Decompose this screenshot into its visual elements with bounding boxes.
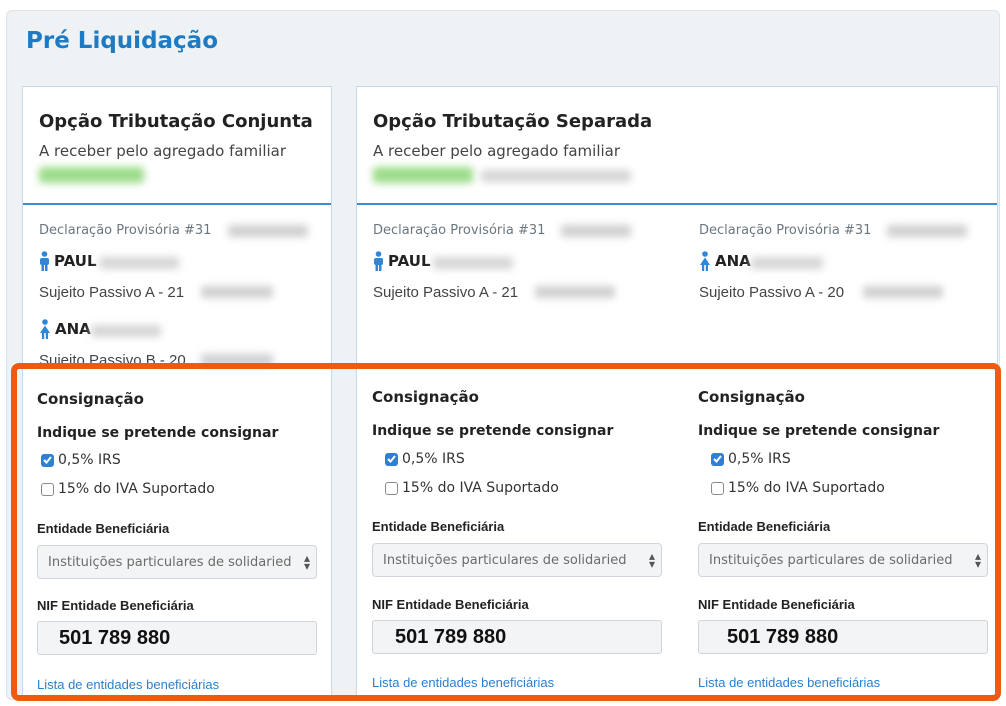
checkbox-label: 0,5% IRS — [58, 452, 121, 468]
redacted-text — [481, 170, 631, 182]
redacted-text — [201, 354, 273, 366]
iva-checkbox[interactable]: 15% do IVA Suportado — [385, 480, 559, 496]
nif-label: NIF Entidade Beneficiária — [698, 597, 855, 612]
separate-person-1: PAUL — [373, 251, 431, 271]
joint-title: Opção Tributação Conjunta — [39, 111, 313, 132]
nif-value: 501 789 880 — [395, 625, 507, 648]
beneficiaries-list-link[interactable]: Lista de entidades beneficiárias — [698, 675, 880, 690]
nif-value: 501 789 880 — [727, 625, 839, 648]
checkbox-empty-icon — [711, 481, 724, 495]
consignacao-title: Consignação — [372, 388, 479, 406]
redacted-text — [228, 225, 308, 237]
redacted-text — [91, 325, 161, 337]
page-title: Pré Liquidação — [26, 28, 219, 54]
irs-checkbox[interactable]: 0,5% IRS — [711, 451, 791, 467]
separate-declaration-1: Declaração Provisória #31 — [373, 223, 546, 238]
separate-subtitle: A receber pelo agregado familiar — [373, 142, 621, 160]
checkbox-label: 15% do IVA Suportado — [402, 480, 559, 496]
joint-declaration: Declaração Provisória #31 — [39, 223, 212, 238]
checkbox-empty-icon — [41, 482, 54, 496]
consignacao-title: Consignação — [37, 390, 144, 408]
joint-subtitle: A receber pelo agregado familiar — [39, 142, 287, 160]
checkbox-label: 0,5% IRS — [402, 451, 465, 467]
redacted-text — [561, 225, 631, 237]
irs-checkbox[interactable]: 0,5% IRS — [385, 451, 465, 467]
consignacao-prompt: Indique se pretende consignar — [37, 425, 279, 441]
consignacao-prompt: Indique se pretende consignar — [372, 423, 614, 439]
entity-select-value: Instituições particulares de solidaried — [48, 554, 292, 570]
iva-checkbox[interactable]: 15% do IVA Suportado — [41, 481, 215, 497]
beneficiaries-list-link[interactable]: Lista de entidades beneficiárias — [372, 675, 554, 690]
separate-declaration-2: Declaração Provisória #31 — [699, 223, 872, 238]
joint-person-1: PAUL — [39, 251, 97, 271]
checkbox-label: 0,5% IRS — [728, 451, 791, 467]
person-name: PAUL — [388, 252, 431, 270]
redacted-text — [863, 286, 943, 298]
redacted-text — [535, 286, 615, 298]
joint-subject-1: Sujeito Passivo A - 21 — [39, 284, 185, 301]
updown-arrows-icon: ▴ ▾ — [303, 551, 310, 573]
updown-arrows-icon: ▴ ▾ — [648, 549, 655, 571]
entity-label: Entidade Beneficiária — [698, 519, 831, 534]
nif-label: NIF Entidade Beneficiária — [37, 598, 194, 613]
separate-header: Opção Tributação Separada A receber pelo… — [357, 87, 997, 205]
checkbox-label: 15% do IVA Suportado — [58, 481, 215, 497]
entity-select[interactable]: Instituições particulares de solidaried … — [37, 545, 317, 579]
checkbox-label: 15% do IVA Suportado — [728, 480, 885, 496]
separate-subject-1: Sujeito Passivo A - 21 — [373, 284, 519, 301]
separate-person-2: ANA — [699, 251, 751, 271]
iva-checkbox[interactable]: 15% do IVA Suportado — [711, 480, 885, 496]
female-person-icon — [40, 319, 50, 339]
entity-select-value: Instituições particulares de solidaried — [383, 552, 627, 568]
checkbox-checked-icon — [385, 452, 398, 466]
joint-subject-2: Sujeito Passivo B - 20 — [39, 352, 186, 369]
separate-subject-2: Sujeito Passivo A - 20 — [699, 284, 845, 301]
redacted-text — [433, 257, 513, 269]
redacted-text — [751, 257, 823, 269]
person-name: ANA — [55, 320, 91, 338]
checkbox-checked-icon — [711, 452, 724, 466]
beneficiaries-list-link[interactable]: Lista de entidades beneficiárias — [37, 677, 219, 692]
nif-input[interactable]: 501 789 880 — [372, 620, 662, 654]
nif-input[interactable]: 501 789 880 — [698, 620, 988, 654]
nif-label: NIF Entidade Beneficiária — [372, 597, 529, 612]
redacted-text — [99, 257, 179, 269]
entity-select[interactable]: Instituições particulares de solidaried … — [372, 543, 662, 577]
consignacao-title: Consignação — [698, 388, 805, 406]
entity-select-value: Instituições particulares de solidaried — [709, 552, 953, 568]
separate-amount-redacted — [373, 167, 473, 183]
updown-arrows-icon: ▴ ▾ — [974, 549, 981, 571]
male-person-icon — [40, 251, 49, 271]
joint-amount-redacted — [39, 167, 144, 183]
redacted-text — [201, 286, 273, 298]
redacted-text — [887, 225, 967, 237]
joint-person-2: ANA — [39, 319, 91, 339]
male-person-icon — [374, 251, 383, 271]
nif-input[interactable]: 501 789 880 — [37, 621, 317, 655]
consignacao-prompt: Indique se pretende consignar — [698, 423, 940, 439]
irs-checkbox[interactable]: 0,5% IRS — [41, 452, 121, 468]
joint-header: Opção Tributação Conjunta A receber pelo… — [23, 87, 331, 205]
checkbox-empty-icon — [385, 481, 398, 495]
female-person-icon — [700, 251, 710, 271]
entity-label: Entidade Beneficiária — [37, 521, 170, 536]
checkbox-checked-icon — [41, 453, 54, 467]
entity-select[interactable]: Instituições particulares de solidaried … — [698, 543, 988, 577]
separate-title: Opção Tributação Separada — [373, 111, 653, 132]
person-name: ANA — [715, 252, 751, 270]
person-name: PAUL — [54, 252, 97, 270]
nif-value: 501 789 880 — [59, 626, 171, 649]
entity-label: Entidade Beneficiária — [372, 519, 505, 534]
